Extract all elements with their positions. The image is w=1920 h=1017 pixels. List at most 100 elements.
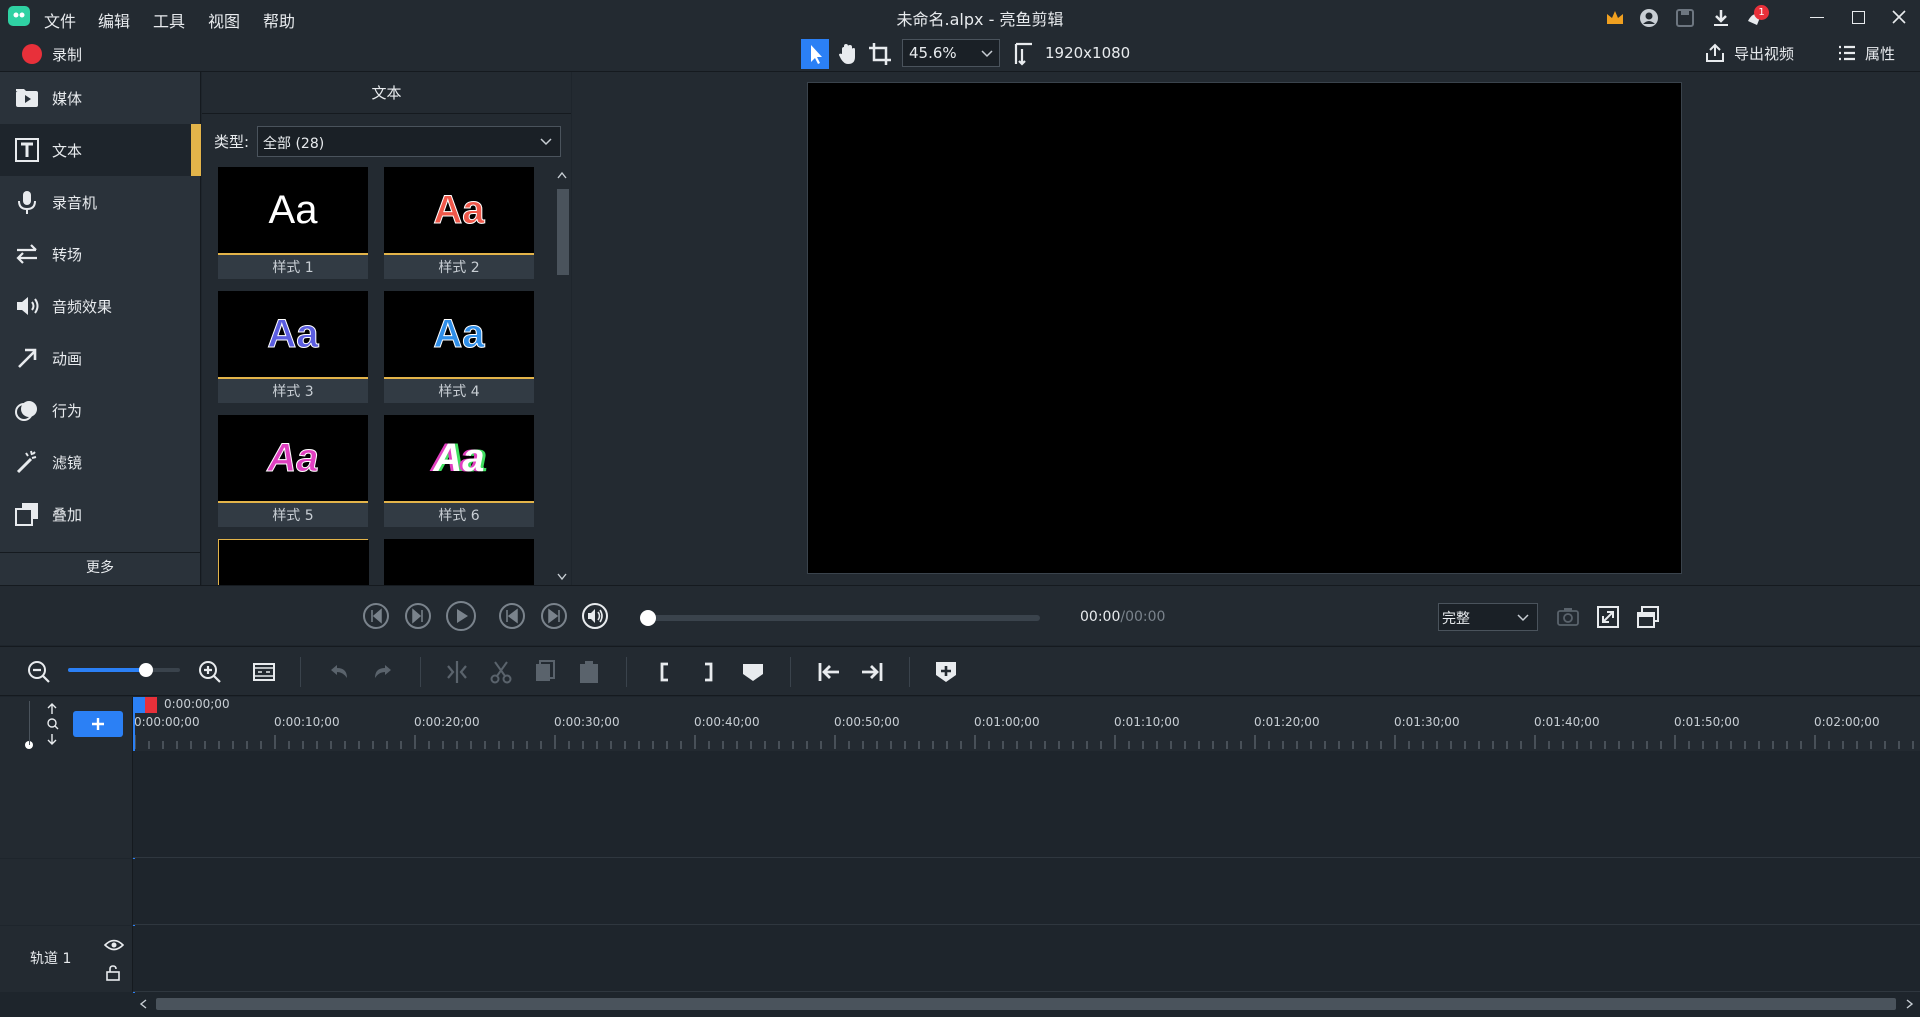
playback-progress-knob[interactable] <box>640 610 656 626</box>
undo-icon[interactable] <box>325 658 353 686</box>
close-icon[interactable] <box>1890 8 1908 26</box>
scrollbar-thumb[interactable] <box>557 189 569 275</box>
volume-icon[interactable] <box>581 602 609 630</box>
hand-tool-icon[interactable] <box>834 40 862 68</box>
properties-button[interactable]: 属性 <box>1837 42 1895 64</box>
scroll-left-icon[interactable] <box>139 999 147 1009</box>
sidebar-item-overlay[interactable]: 叠加 <box>0 488 201 540</box>
lock-icon[interactable] <box>105 965 121 981</box>
sidebar-item-audio-effects[interactable]: 音频效果 <box>0 280 201 332</box>
style-tile[interactable] <box>218 539 369 585</box>
select-tool-button[interactable] <box>801 39 829 69</box>
track-header <box>0 859 133 925</box>
style-tile[interactable]: Aa 样式 6 <box>384 415 534 527</box>
sidebar-item-transition[interactable]: 转场 <box>0 228 201 280</box>
track-header: 轨道 1 <box>0 926 133 992</box>
quality-select[interactable]: 完整 <box>1438 603 1538 631</box>
playback-progress-track[interactable] <box>640 610 1040 626</box>
scroll-right-icon[interactable] <box>1906 999 1914 1009</box>
redo-icon[interactable] <box>369 658 397 686</box>
more-button[interactable]: 更多 <box>0 552 200 585</box>
crown-icon[interactable] <box>1604 7 1626 29</box>
split-icon[interactable] <box>443 658 471 686</box>
minimize-icon[interactable] <box>1810 17 1824 18</box>
playhead-marker[interactable] <box>133 697 157 713</box>
save-icon[interactable] <box>1674 7 1696 29</box>
play-icon[interactable] <box>445 600 477 632</box>
sidebar-item-animation[interactable]: 动画 <box>0 332 201 384</box>
download-icon[interactable] <box>1710 7 1732 29</box>
go-to-end-icon[interactable] <box>858 658 886 686</box>
type-dropdown[interactable]: 全部 (28) <box>257 126 561 157</box>
eye-icon[interactable] <box>104 938 124 952</box>
sidebar-item-text[interactable]: 文本 <box>0 124 201 176</box>
preview-canvas[interactable] <box>807 82 1682 574</box>
gift-icon[interactable]: 1 <box>1745 5 1769 29</box>
timeline-zoom-slider[interactable] <box>68 663 180 677</box>
tool-bar: 录制 45.6% 1920x1080 导出视频 属性 <box>0 36 1920 72</box>
sidebar-item-behavior[interactable]: 行为 <box>0 384 201 436</box>
record-icon <box>22 44 42 64</box>
menu-help[interactable]: 帮助 <box>263 8 295 32</box>
style-thumbnail: Aa <box>384 415 534 503</box>
go-to-start-icon[interactable] <box>815 658 843 686</box>
track-height-icon[interactable] <box>44 702 60 746</box>
add-track-button[interactable] <box>73 711 123 737</box>
ruler-label: 0:00:20;00 <box>414 715 480 729</box>
jump-end-icon[interactable] <box>540 602 568 630</box>
track-1[interactable]: 轨道 1 <box>0 926 1920 992</box>
zoom-select[interactable]: 45.6% <box>902 39 1000 67</box>
export-video-button[interactable]: 导出视频 <box>1704 42 1794 64</box>
zoom-out-icon[interactable] <box>25 658 53 686</box>
sidebar-item-media[interactable]: 媒体 <box>0 72 201 124</box>
style-tile[interactable]: Aa 样式 2 <box>384 167 534 279</box>
sidebar-item-recorder[interactable]: 录音机 <box>0 176 201 228</box>
cut-icon[interactable] <box>487 658 515 686</box>
timeline-scrollbar[interactable] <box>134 994 1920 1014</box>
style-tile[interactable]: Aa 样式 4 <box>384 291 534 403</box>
style-tile[interactable] <box>384 539 534 585</box>
sidebar-item-label: 转场 <box>52 245 83 264</box>
empty-track[interactable] <box>0 751 1920 858</box>
record-button[interactable]: 录制 <box>22 43 82 65</box>
timeline-scroll-thumb[interactable] <box>156 998 1896 1010</box>
account-icon[interactable] <box>1638 7 1660 29</box>
record-label: 录制 <box>52 45 83 64</box>
timeline-ruler[interactable]: 0:00:00;00 0:00:00;00 0:00:10;00 0:00:20;0… <box>134 697 1920 751</box>
list-icon <box>1839 45 1855 61</box>
add-keyframe-icon[interactable] <box>932 658 960 686</box>
style-tile[interactable]: Aa 样式 3 <box>218 291 368 403</box>
mark-in-icon[interactable] <box>651 658 679 686</box>
mark-out-icon[interactable] <box>694 658 722 686</box>
ruler-label: 0:00:40;00 <box>694 715 760 729</box>
paste-icon[interactable] <box>575 658 603 686</box>
zoom-in-icon[interactable] <box>196 658 224 686</box>
style-thumbnail: Aa <box>218 291 368 379</box>
fullscreen-icon[interactable] <box>1594 603 1622 631</box>
maximize-icon[interactable] <box>1852 11 1865 24</box>
style-tile[interactable]: Aa 样式 5 <box>218 415 368 527</box>
menu-view[interactable]: 视图 <box>208 8 240 32</box>
scroll-up-icon[interactable] <box>557 171 567 179</box>
scroll-down-icon[interactable] <box>557 573 567 581</box>
menu-tools[interactable]: 工具 <box>153 8 185 32</box>
canvas-resolution[interactable]: 1920x1080 <box>1045 44 1130 62</box>
zoom-slider-knob[interactable] <box>139 663 154 677</box>
fit-timeline-icon[interactable] <box>250 658 278 686</box>
crop-tool-icon[interactable] <box>866 40 894 68</box>
empty-track[interactable] <box>0 859 1920 925</box>
menu-edit[interactable]: 编辑 <box>98 8 130 32</box>
detach-preview-icon[interactable] <box>1634 603 1662 631</box>
copy-icon[interactable] <box>531 658 559 686</box>
panel-scrollbar[interactable] <box>553 167 571 585</box>
style-tile[interactable]: Aa 样式 1 <box>218 167 368 279</box>
prev-frame-icon[interactable] <box>362 602 390 630</box>
snapshot-icon[interactable] <box>1554 603 1582 631</box>
jump-start-icon[interactable] <box>498 602 526 630</box>
sidebar-item-filter[interactable]: 滤镜 <box>0 436 201 488</box>
menu-file[interactable]: 文件 <box>44 8 76 32</box>
ruler-label: 0:02:00;00 <box>1814 715 1880 729</box>
next-frame-icon[interactable] <box>404 602 432 630</box>
add-marker-icon[interactable] <box>739 658 767 686</box>
canvas-size-icon[interactable] <box>1012 40 1036 68</box>
